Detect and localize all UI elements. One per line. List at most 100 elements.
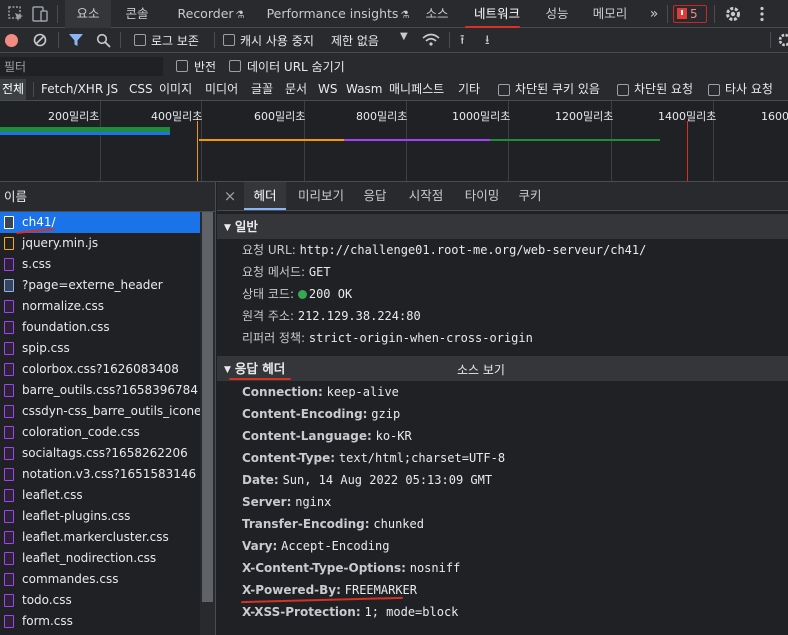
request-row[interactable]: normalize.css: [0, 296, 215, 317]
timeline-tick: 400밀리초: [151, 110, 203, 123]
gear-icon[interactable]: [723, 4, 743, 24]
tab-network[interactable]: 네트워크: [462, 0, 532, 28]
blocked-cookies-checkbox[interactable]: [498, 84, 510, 96]
timeline-dcl-marker: [197, 121, 198, 181]
request-row[interactable]: todo.css: [0, 590, 215, 611]
search-icon[interactable]: [96, 33, 111, 48]
filter-input[interactable]: [0, 57, 163, 76]
response-header-value: Sun, 14 Aug 2022 05:13:09 GMT: [282, 473, 493, 487]
issues-badge[interactable]: 5: [673, 5, 707, 23]
request-row[interactable]: colorbox.css?1626083408: [0, 359, 215, 380]
request-row[interactable]: commandes.css: [0, 569, 215, 590]
network-conditions-wifi-icon[interactable]: [422, 33, 440, 47]
stylesheet-file-icon: [4, 321, 14, 334]
request-row[interactable]: socialtags.css?1658262206: [0, 443, 215, 464]
timeline-overview[interactable]: 200밀리초 400밀리초 600밀리초 800밀리초 1000밀리초 1200…: [0, 101, 788, 182]
request-list-scrollbar[interactable]: [200, 212, 215, 635]
tab-elements[interactable]: 요소: [65, 0, 111, 28]
chevron-double-right-icon[interactable]: »: [644, 0, 664, 28]
scrollbar-thumb[interactable]: [202, 212, 213, 602]
network-settings-gear-icon[interactable]: [776, 33, 788, 47]
type-other[interactable]: 기타: [458, 79, 480, 100]
type-manifest[interactable]: 매니페스트: [389, 79, 444, 100]
tab-performance-insights[interactable]: Performance insights ⚗: [262, 0, 414, 28]
type-wasm[interactable]: Wasm: [346, 79, 382, 100]
type-doc[interactable]: 문서: [285, 79, 307, 100]
tab-headers[interactable]: 헤더: [244, 182, 286, 210]
request-row[interactable]: coloration_code.css: [0, 422, 215, 443]
type-media[interactable]: 미디어: [205, 79, 238, 100]
request-row[interactable]: leaflet.css: [0, 485, 215, 506]
request-row[interactable]: cssdyn-css_barre_outils_icones_cs: [0, 401, 215, 422]
third-party-checkbox[interactable]: [708, 84, 720, 96]
type-img[interactable]: 이미지: [159, 79, 192, 100]
request-row[interactable]: leaflet.markercluster.css: [0, 527, 215, 548]
export-har-icon[interactable]: ⭳: [485, 31, 490, 53]
request-name: form.css: [22, 614, 73, 628]
tab-timing[interactable]: 타이밍: [457, 182, 507, 210]
type-ws[interactable]: WS: [318, 79, 337, 100]
general-value: strict-origin-when-cross-origin: [308, 331, 533, 345]
request-row[interactable]: ?page=externe_header: [0, 275, 215, 296]
response-header-value: ko-KR: [375, 429, 412, 443]
close-icon[interactable]: ×: [217, 182, 243, 210]
response-header-key: X-XSS-Protection:: [242, 605, 361, 619]
tab-response[interactable]: 응답: [357, 182, 393, 210]
stylesheet-file-icon: [4, 363, 14, 376]
request-row[interactable]: barre_outils.css?1658396784: [0, 380, 215, 401]
clear-icon[interactable]: [33, 33, 47, 47]
disable-cache-checkbox[interactable]: [223, 34, 235, 46]
type-fetch-xhr[interactable]: Fetch/XHR: [41, 79, 103, 100]
inspect-element-icon[interactable]: [6, 4, 26, 24]
tab-sources[interactable]: 소스: [419, 0, 455, 28]
third-party-label: 타사 요청: [725, 82, 773, 96]
response-header-value: gzip: [371, 407, 401, 421]
hide-data-urls-checkbox[interactable]: [229, 60, 241, 72]
tab-console[interactable]: 콘솔: [116, 0, 158, 28]
request-row[interactable]: notation.v3.css?1651583146: [0, 464, 215, 485]
tab-recorder[interactable]: Recorder ⚗: [166, 0, 256, 28]
type-all[interactable]: 전체: [0, 79, 27, 100]
request-row[interactable]: foundation.css: [0, 317, 215, 338]
disable-cache-label: 캐시 사용 중지: [240, 34, 314, 48]
request-name: cssdyn-css_barre_outils_icones_cs: [22, 404, 215, 418]
general-row: 상태 코드: 200 OK: [242, 283, 352, 305]
general-key: 원격 주소:: [242, 309, 295, 323]
device-toolbar-icon[interactable]: [30, 4, 50, 24]
import-har-icon[interactable]: ⭱: [460, 31, 465, 53]
type-font[interactable]: 글꼴: [251, 79, 273, 100]
request-row[interactable]: spip.css: [0, 338, 215, 359]
request-row[interactable]: s.css: [0, 254, 215, 275]
kebab-menu-icon[interactable]: [752, 4, 772, 24]
flask-icon: ⚗: [400, 10, 410, 21]
script-file-icon: [4, 237, 14, 250]
request-row[interactable]: form.css: [0, 611, 215, 632]
record-icon[interactable]: [5, 34, 18, 47]
request-name: socialtags.css?1658262206: [22, 446, 188, 460]
column-header-name[interactable]: 이름: [0, 182, 215, 212]
type-css[interactable]: CSS: [129, 79, 153, 100]
tab-initiator[interactable]: 시작점: [401, 182, 451, 210]
filter-icon[interactable]: [68, 33, 84, 47]
general-row: 요청 URL: http://challenge01.root-me.org/w…: [242, 239, 646, 261]
type-js[interactable]: JS: [107, 79, 118, 100]
stylesheet-file-icon: [4, 384, 14, 397]
invert-checkbox[interactable]: [176, 60, 188, 72]
request-row[interactable]: leaflet-plugins.css: [0, 506, 215, 527]
tab-preview[interactable]: 미리보기: [289, 182, 353, 210]
blocked-requests-checkbox[interactable]: [617, 84, 629, 96]
request-row[interactable]: leaflet_nodirection.css: [0, 548, 215, 569]
dropdown-arrow-icon[interactable]: ▼: [400, 31, 408, 42]
request-name: leaflet.css: [22, 488, 83, 502]
request-row[interactable]: jquery.min.js: [0, 233, 215, 254]
general-row: 원격 주소: 212.129.38.224:80: [242, 305, 421, 327]
view-source-link[interactable]: 소스 보기: [457, 361, 505, 378]
tab-cookies[interactable]: 쿠키: [513, 182, 547, 210]
tab-memory[interactable]: 메모리: [586, 0, 634, 28]
general-section-header[interactable]: ▼ 일반: [217, 214, 788, 239]
response-header-key: Server:: [242, 495, 292, 509]
preserve-log-checkbox[interactable]: [134, 34, 146, 46]
tab-performance[interactable]: 성능: [538, 0, 576, 28]
throttling-select[interactable]: 제한 없음: [331, 32, 379, 49]
request-detail-tabs: × 헤더 미리보기 응답 시작점 타이밍 쿠키: [217, 182, 788, 211]
